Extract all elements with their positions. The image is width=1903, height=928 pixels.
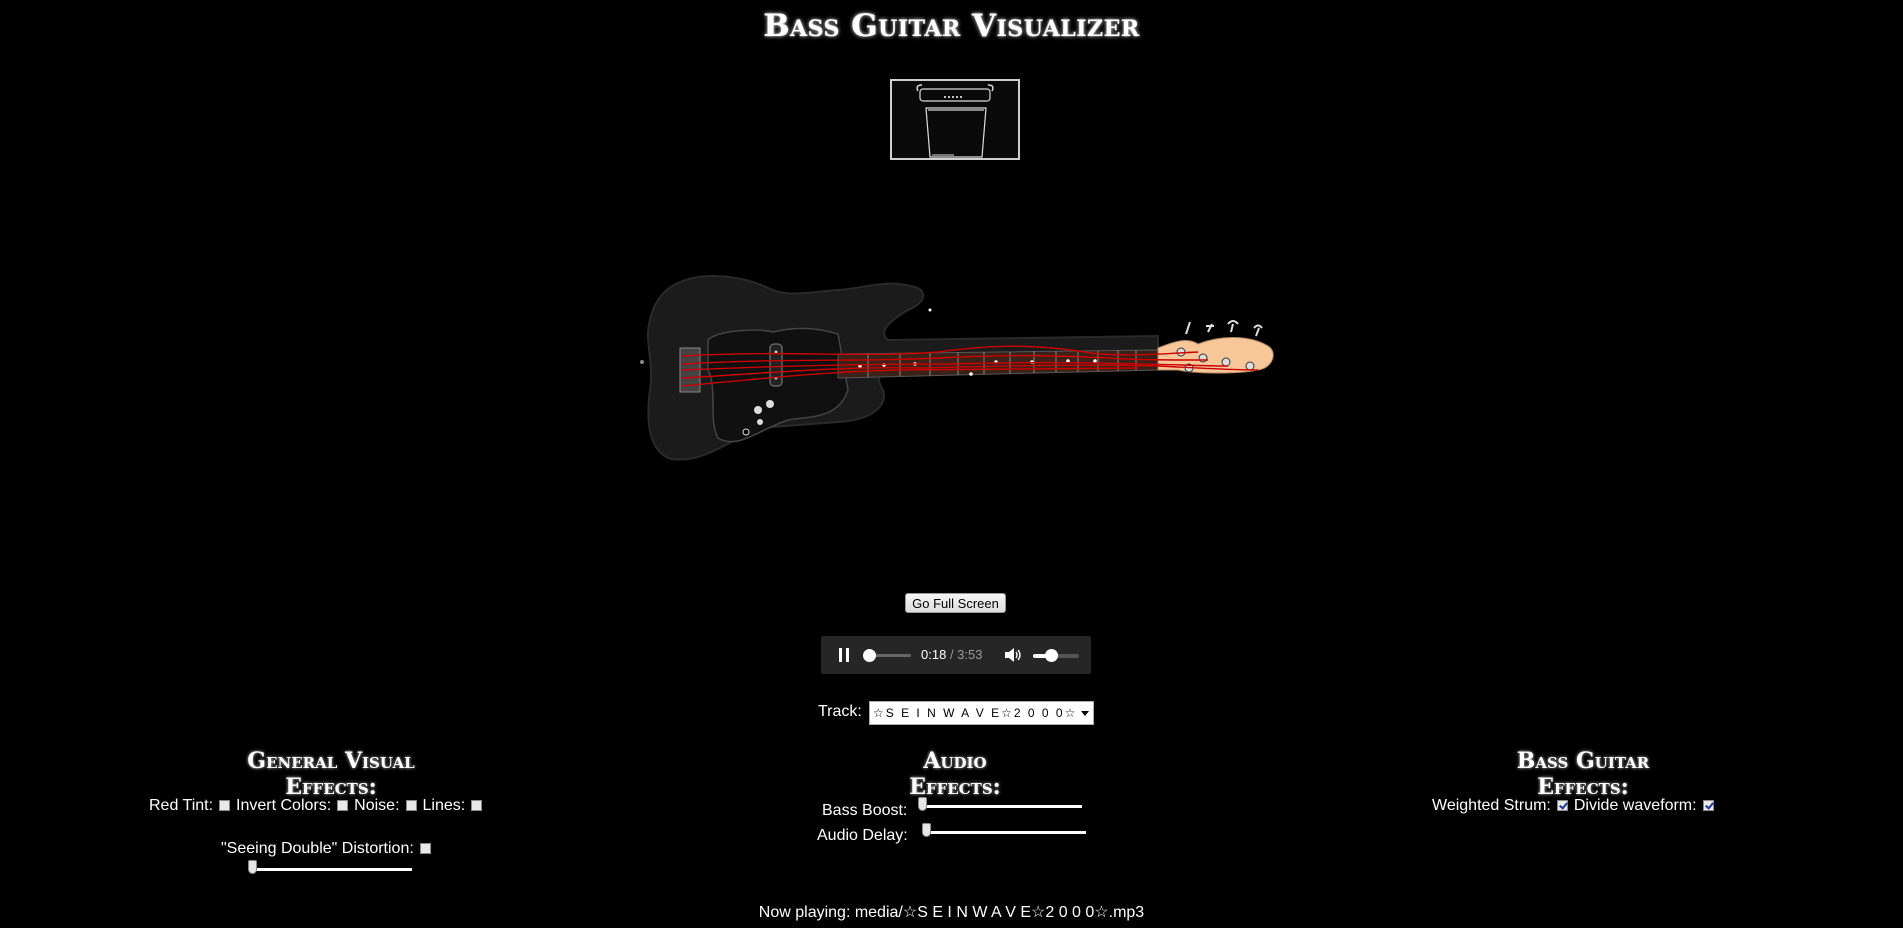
volume-slider[interactable] — [1033, 649, 1079, 662]
lines-label: Lines: — [422, 797, 466, 814]
invert-colors-checkbox[interactable] — [337, 800, 349, 811]
visual-effects-options: Red Tint: Invert Colors: Noise: Lines: — [149, 797, 488, 815]
divide-waveform-label: Divide waveform: — [1573, 797, 1697, 814]
lines-checkbox[interactable] — [471, 800, 483, 811]
seeing-double-row: "Seeing Double" Distortion: — [221, 840, 437, 858]
visual-effects-heading: General Visual Effects: — [247, 748, 415, 800]
seeing-double-checkbox[interactable] — [419, 843, 431, 854]
bass-boost-slider[interactable] — [918, 797, 1082, 811]
time-display: 0:18 / 3:53 — [921, 647, 982, 662]
now-playing-text: Now playing: media/☆S E I N W A V E☆2 0 … — [758, 904, 1145, 921]
divide-waveform-checkbox[interactable] — [1702, 800, 1714, 811]
audio-delay-slider-thumb[interactable] — [922, 823, 931, 837]
seeing-double-label: "Seeing Double" Distortion: — [221, 840, 414, 857]
page-title: Bass Guitar Visualizer — [763, 8, 1140, 44]
chevron-down-icon — [1081, 711, 1089, 716]
audio-effects-heading: Audio Effects: — [909, 748, 1001, 800]
seek-bar[interactable] — [862, 649, 911, 662]
noise-label: Noise: — [354, 797, 400, 814]
audio-delay-slider[interactable] — [922, 823, 1086, 837]
amp-icon — [916, 84, 994, 158]
volume-icon[interactable] — [1004, 647, 1022, 663]
audio-delay-label: Audio Delay: — [817, 827, 908, 844]
track-select[interactable]: ☆S E I N W A V E☆2 0 0 0☆ — [869, 701, 1094, 725]
bass-effects-options: Weighted Strum: Divide waveform: — [1432, 797, 1720, 815]
volume-handle[interactable] — [1045, 649, 1059, 662]
track-selected-value: ☆S E I N W A V E☆2 0 0 0☆ — [873, 706, 1078, 720]
weighted-strum-label: Weighted Strum: — [1432, 797, 1551, 814]
distortion-slider[interactable] — [248, 860, 412, 874]
visualizer-page: Bass Guitar Visualizer Go Full Screen 0:… — [0, 0, 1903, 928]
bass-boost-label: Bass Boost: — [822, 802, 908, 819]
bass-effects-heading: Bass Guitar Effects: — [1516, 748, 1650, 800]
current-time: 0:18 — [921, 647, 947, 662]
amp-thumbnail[interactable] — [890, 79, 1020, 160]
red-tint-checkbox[interactable] — [219, 800, 231, 811]
red-tint-label: Red Tint: — [149, 797, 214, 814]
duration: / 3:53 — [949, 647, 983, 662]
track-label: Track: — [818, 703, 862, 720]
bass-guitar-visual — [638, 270, 1278, 475]
distortion-slider-thumb[interactable] — [248, 860, 257, 874]
pause-icon[interactable] — [839, 648, 851, 662]
bass-boost-slider-thumb[interactable] — [918, 797, 927, 811]
invert-colors-label: Invert Colors: — [236, 797, 332, 814]
audio-player: 0:18 / 3:53 — [821, 636, 1091, 674]
go-full-screen-button[interactable]: Go Full Screen — [905, 593, 1006, 613]
weighted-strum-checkbox[interactable] — [1556, 800, 1568, 811]
noise-checkbox[interactable] — [405, 800, 417, 811]
seek-handle[interactable] — [862, 649, 876, 662]
